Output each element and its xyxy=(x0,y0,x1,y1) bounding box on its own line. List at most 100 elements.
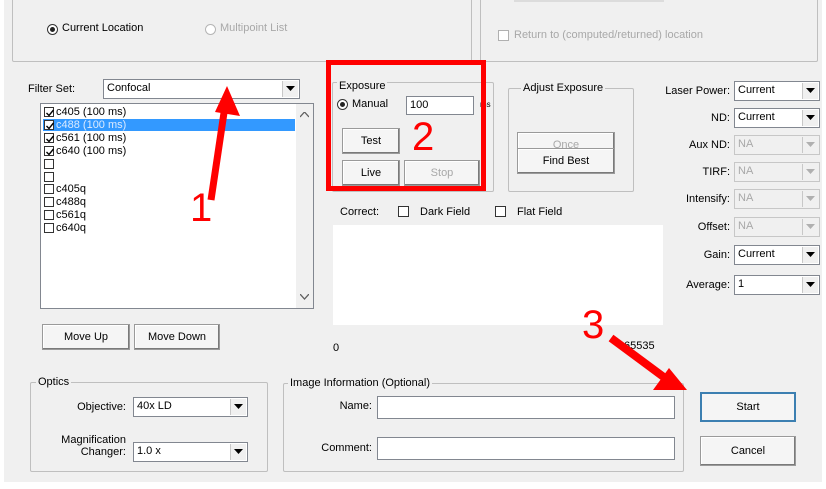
filter-item-checkbox[interactable] xyxy=(44,210,54,221)
filter-item-checkbox[interactable] xyxy=(44,171,54,182)
filter-item-label: c561q xyxy=(56,209,86,222)
objective-combo[interactable]: 40x LD xyxy=(133,397,248,417)
chevron-down-icon[interactable] xyxy=(802,247,818,263)
adjust-exposure-title: Adjust Exposure xyxy=(521,82,606,94)
name-input[interactable] xyxy=(377,396,675,419)
chevron-down-icon[interactable] xyxy=(802,219,818,235)
laser-field-combo[interactable]: NA xyxy=(734,217,820,237)
magnification-label-line1: Magnification xyxy=(61,434,126,446)
list-item[interactable]: c488q xyxy=(43,196,295,208)
list-item[interactable]: c561 (100 ms) xyxy=(43,132,295,144)
filter-item-checkbox[interactable] xyxy=(44,132,55,143)
dark-field-label: Dark Field xyxy=(420,206,471,218)
laser-field-combo[interactable]: NA xyxy=(734,162,820,182)
laser-field-label: Intensify: xyxy=(685,193,730,205)
move-up-button[interactable]: Move Up xyxy=(42,324,130,350)
laser-field-label: Gain: xyxy=(703,249,730,261)
dark-field-checkbox[interactable] xyxy=(398,206,409,217)
correct-label: Correct: xyxy=(340,206,380,218)
filter-set-label: Filter Set: xyxy=(28,83,76,95)
current-location-radio[interactable] xyxy=(47,24,58,35)
list-item[interactable]: c561q xyxy=(43,209,295,221)
laser-field-label: ND: xyxy=(711,112,730,124)
laser-field-combo[interactable]: Current xyxy=(734,81,820,101)
annotation-number-3: 3 xyxy=(582,303,605,347)
magnification-value: 1.0 x xyxy=(137,445,161,457)
comment-label: Comment: xyxy=(321,442,372,454)
annotation-box xyxy=(326,60,486,191)
chevron-down-icon[interactable] xyxy=(802,110,818,126)
checkmark-icon xyxy=(46,109,55,117)
filter-item-checkbox[interactable] xyxy=(44,158,54,169)
laser-field-value: NA xyxy=(738,165,754,177)
multipoint-list-radio[interactable] xyxy=(205,24,216,35)
current-location-label: Current Location xyxy=(62,22,144,34)
magnification-label-line2: Changer: xyxy=(80,446,126,458)
filter-item-checkbox[interactable] xyxy=(44,184,54,195)
list-item[interactable]: c405 (100 ms) xyxy=(43,106,295,118)
filter-item-label: c640 (100 ms) xyxy=(56,144,127,157)
cancel-button[interactable]: Cancel xyxy=(700,436,796,466)
chevron-down-icon[interactable] xyxy=(282,81,298,97)
filter-item-checkbox[interactable] xyxy=(44,197,54,208)
filter-item-checkbox[interactable] xyxy=(44,107,55,117)
filter-item-checkbox[interactable] xyxy=(44,119,55,130)
laser-field-label: Offset: xyxy=(697,221,730,233)
laser-field-label: TIRF: xyxy=(702,166,731,178)
filter-item-label: c405q xyxy=(56,183,86,196)
laser-field-combo[interactable]: Current xyxy=(734,245,820,265)
chevron-down-icon[interactable] xyxy=(802,277,818,293)
checkmark-icon xyxy=(46,122,55,130)
filter-list[interactable]: c405 (100 ms) c488 (100 ms) c561 (100 ms) c… xyxy=(40,103,314,309)
start-button[interactable]: Start xyxy=(700,392,796,422)
annotation-number-1: 1 xyxy=(190,186,213,230)
filter-item-label: c561 (100 ms) xyxy=(56,131,127,144)
filter-list-scrollbar[interactable] xyxy=(296,104,313,308)
list-item[interactable]: c640q xyxy=(43,222,295,234)
filter-item-checkbox[interactable] xyxy=(44,223,54,234)
filter-item-checkbox[interactable] xyxy=(44,145,55,156)
laser-field-combo[interactable]: NA xyxy=(734,189,820,209)
scroll-down-icon[interactable] xyxy=(300,294,309,300)
arrow-down-right-icon xyxy=(608,334,687,390)
laser-field-value: 1 xyxy=(738,278,745,290)
checkmark-icon xyxy=(46,135,55,143)
laser-field-combo[interactable]: 1 xyxy=(734,275,820,295)
filter-item-label: c488q xyxy=(56,196,86,209)
list-item[interactable]: c488 (100 ms) xyxy=(43,118,295,131)
filter-item-label: c405 (100 ms) xyxy=(56,106,127,118)
multipoint-list-label: Multipoint List xyxy=(220,22,288,34)
chevron-down-icon[interactable] xyxy=(230,444,246,460)
chevron-down-icon[interactable] xyxy=(802,83,818,99)
scroll-up-icon[interactable] xyxy=(300,112,309,118)
chevron-down-icon[interactable] xyxy=(802,164,818,180)
list-item[interactable] xyxy=(43,158,295,170)
return-location-checkbox[interactable] xyxy=(498,30,509,41)
list-item[interactable]: c405q xyxy=(43,183,295,195)
list-item[interactable] xyxy=(43,171,295,183)
optics-title: Optics xyxy=(36,376,72,388)
find-best-button[interactable]: Find Best xyxy=(517,148,615,174)
list-item[interactable]: c640 (100 ms) xyxy=(43,145,295,157)
chevron-down-icon[interactable] xyxy=(230,399,246,415)
chevron-down-icon[interactable] xyxy=(802,137,818,153)
laser-field-combo[interactable]: Current xyxy=(734,108,820,128)
chevron-down-icon[interactable] xyxy=(802,191,818,207)
flat-field-label: Flat Field xyxy=(517,206,563,218)
laser-field-label: Aux ND: xyxy=(689,139,730,151)
move-down-button[interactable]: Move Down xyxy=(134,324,220,350)
flat-field-checkbox[interactable] xyxy=(495,206,506,217)
magnification-combo[interactable]: 1.0 x xyxy=(133,442,248,462)
laser-field-value: NA xyxy=(738,192,754,204)
laser-field-value: Current xyxy=(738,248,775,260)
objective-label: Objective: xyxy=(77,401,126,413)
comment-input[interactable] xyxy=(377,437,675,460)
filter-item-label: c640q xyxy=(56,222,86,235)
laser-field-value: Current xyxy=(738,111,775,123)
laser-field-combo[interactable]: NA xyxy=(734,135,820,155)
objective-value: 40x LD xyxy=(137,400,172,412)
laser-field-value: NA xyxy=(738,220,754,232)
histogram-panel xyxy=(333,225,663,325)
image-info-title: Image Information (Optional) xyxy=(288,377,433,389)
laser-field-value: NA xyxy=(738,138,754,150)
